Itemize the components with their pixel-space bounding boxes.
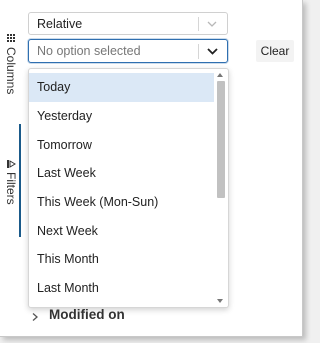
grid-icon (6, 34, 16, 43)
tab-filters-label: Filters (4, 172, 18, 205)
menu-item-last-week[interactable]: Last Week (29, 159, 215, 188)
filter-icon (6, 158, 16, 168)
clear-button[interactable]: Clear (256, 40, 294, 62)
modified-on-label: Modified on (49, 306, 125, 322)
filter-panel-window: Columns Filters Relative No option selec… (0, 0, 303, 337)
date-option-placeholder: No option selected (37, 44, 141, 58)
modified-on-section[interactable]: Modified on (31, 305, 125, 323)
tab-columns[interactable]: Columns (2, 34, 20, 94)
chevron-right-icon[interactable] (31, 309, 39, 321)
chevron-down-icon[interactable] (206, 18, 218, 30)
menu-item-today[interactable]: Today (29, 73, 215, 102)
menu-item-next-week[interactable]: Next Week (29, 216, 215, 245)
menu-item-this-week[interactable]: This Week (Mon-Sun) (29, 188, 215, 217)
menu-item-tomorrow[interactable]: Tomorrow (29, 130, 215, 159)
chevron-down-icon[interactable] (206, 45, 219, 58)
tab-columns-label: Columns (4, 47, 18, 95)
scroll-up-arrow-icon[interactable] (217, 73, 223, 77)
active-tab-indicator (19, 124, 21, 237)
menu-item-this-month[interactable]: This Month (29, 245, 215, 274)
date-option-select[interactable]: No option selected (28, 39, 228, 63)
menu-item-last-month[interactable]: Last Month (29, 274, 215, 303)
relative-select[interactable]: Relative (28, 12, 228, 35)
menu-item-yesterday[interactable]: Yesterday (29, 102, 215, 131)
select-separator (198, 44, 199, 59)
relative-select-value: Relative (37, 16, 83, 31)
scroll-down-arrow-icon[interactable] (217, 299, 223, 303)
scrollbar-thumb[interactable] (217, 81, 225, 198)
tab-filters[interactable]: Filters (2, 158, 20, 205)
menu-scrollbar[interactable] (214, 69, 227, 307)
menu-list: Today Yesterday Tomorrow Last Week This … (29, 73, 215, 303)
select-separator (198, 17, 199, 31)
date-option-menu: Today Yesterday Tomorrow Last Week This … (28, 68, 229, 308)
